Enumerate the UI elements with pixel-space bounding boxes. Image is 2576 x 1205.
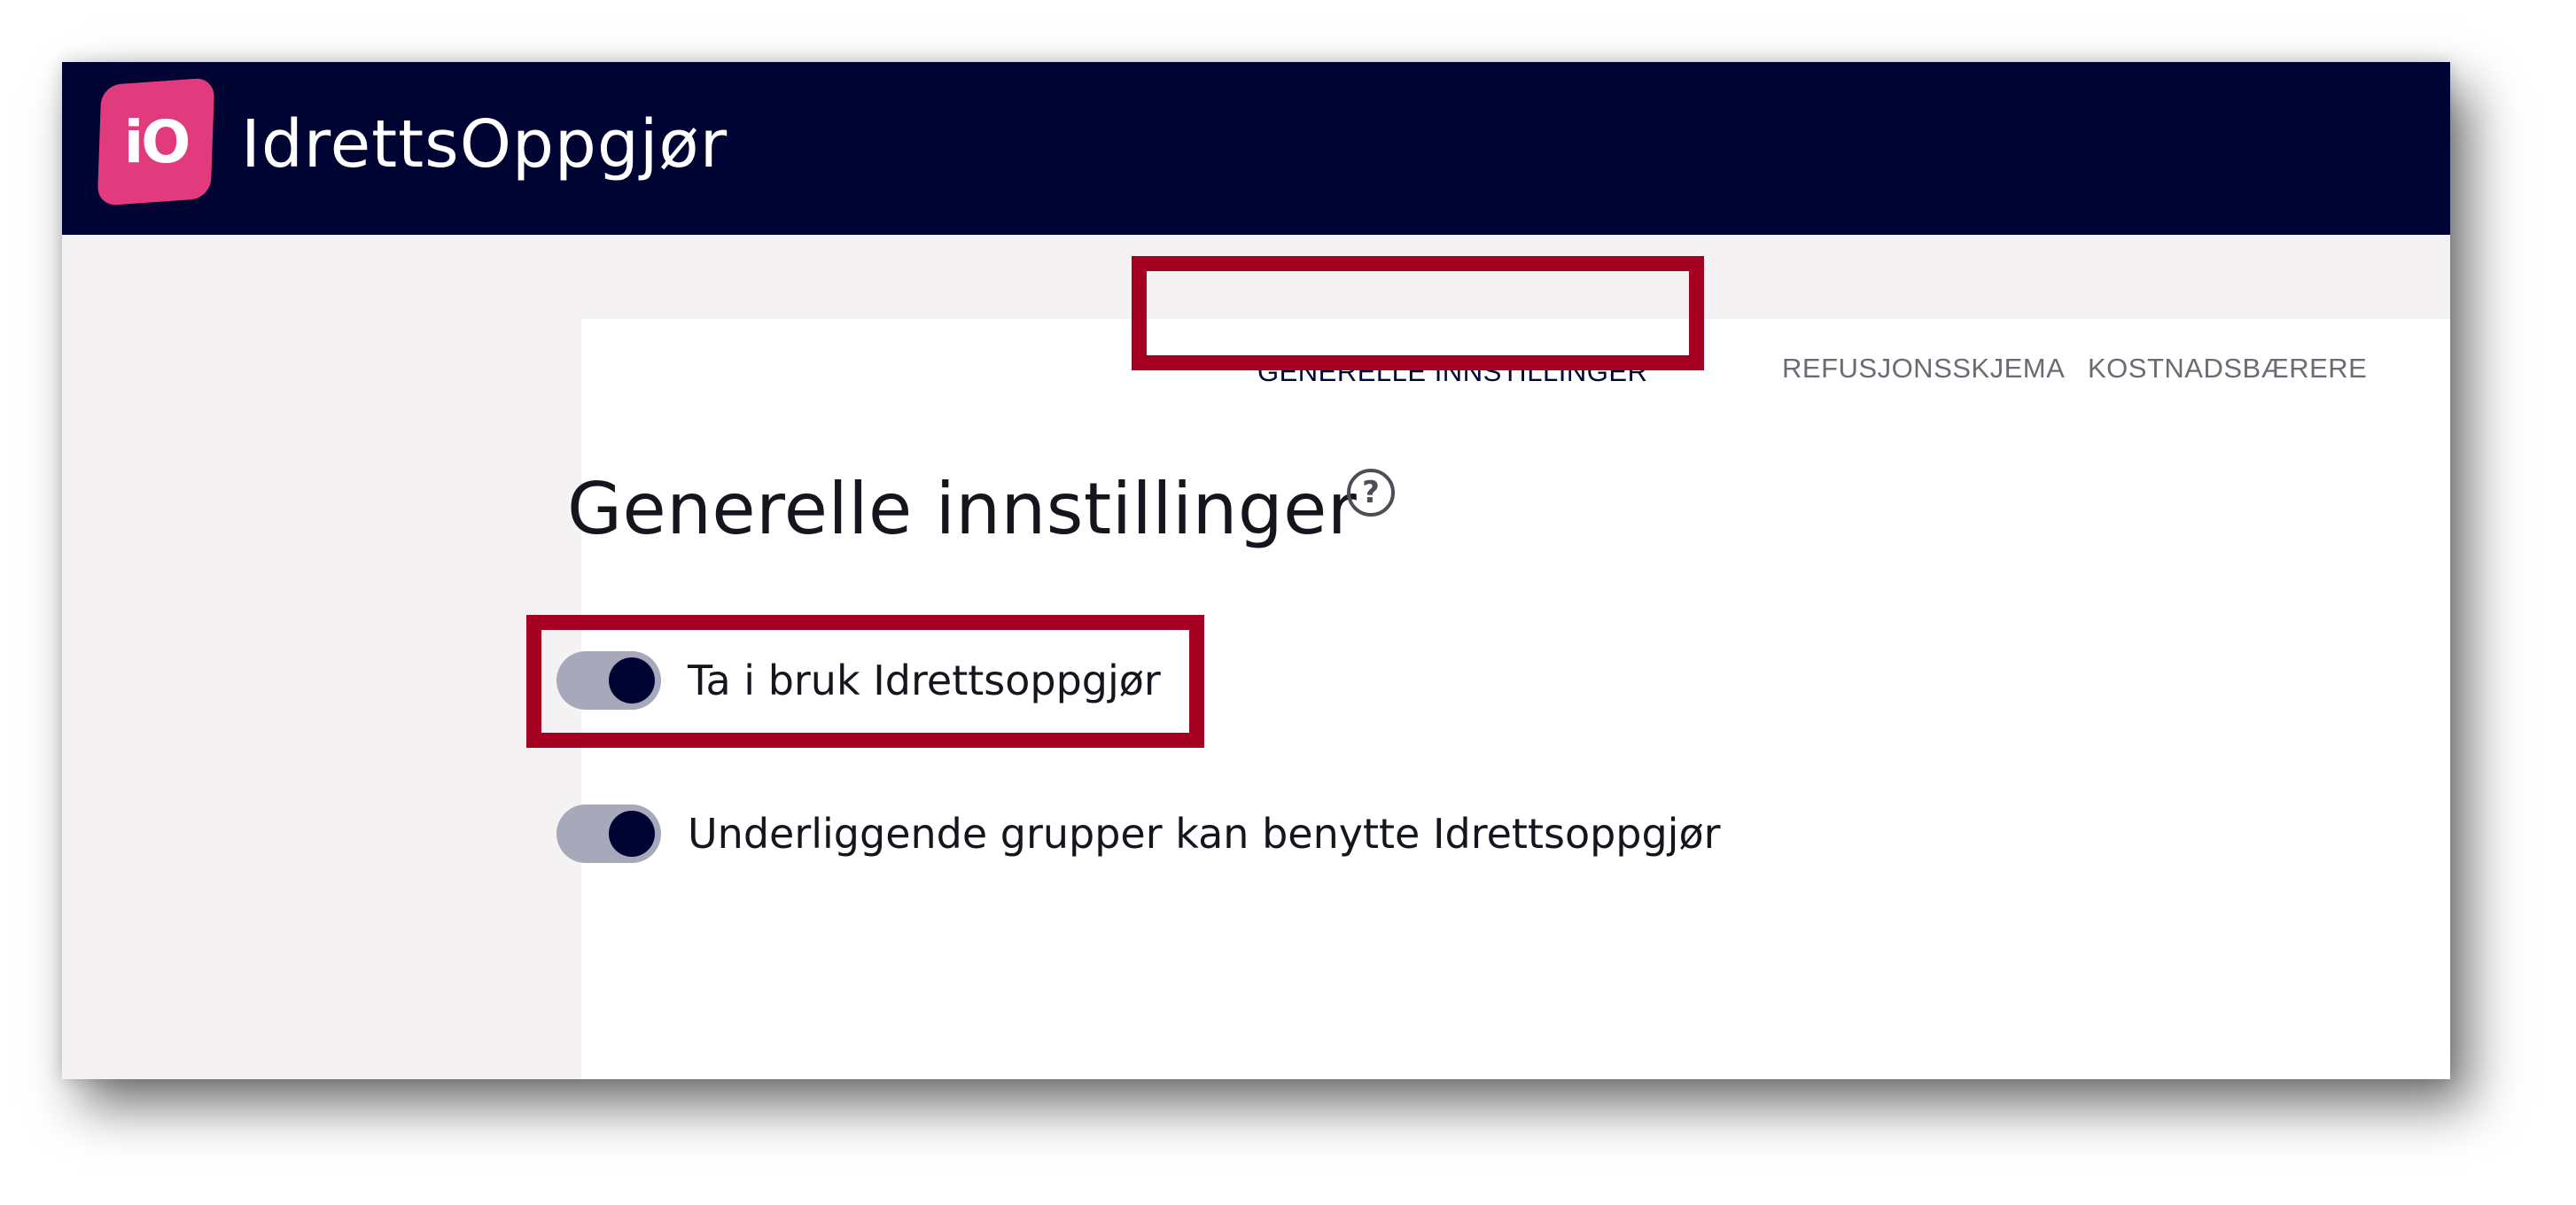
setting-row-subgroups: Underliggende grupper kan benytte Idrett… bbox=[556, 805, 1721, 863]
app-logo-icon: iO bbox=[123, 107, 191, 176]
setting-label: Underliggende grupper kan benytte Idrett… bbox=[688, 810, 1721, 858]
toggle-knob bbox=[609, 811, 655, 857]
app-window: iO IdrettsOppgjør GENERELLE INNSTILLINGE… bbox=[62, 62, 2450, 1079]
highlight-frame-tab bbox=[1132, 256, 1704, 370]
app-brand-name: IdrettsOppgjør bbox=[241, 106, 728, 183]
tab-refusjonsskjema[interactable]: REFUSJONSSKJEMA bbox=[1782, 315, 2065, 422]
page-title: Generelle innstillinger bbox=[567, 468, 1358, 550]
help-circle-icon[interactable]: ? bbox=[1347, 469, 1395, 517]
highlight-frame-toggle bbox=[526, 615, 1204, 748]
toggle-subgroups-idrettsoppgjor[interactable] bbox=[556, 805, 661, 863]
top-header: iO IdrettsOppgjør bbox=[62, 62, 2450, 235]
tab-kostnadsbaerere[interactable]: KOSTNADSBÆRERE bbox=[2088, 315, 2367, 422]
